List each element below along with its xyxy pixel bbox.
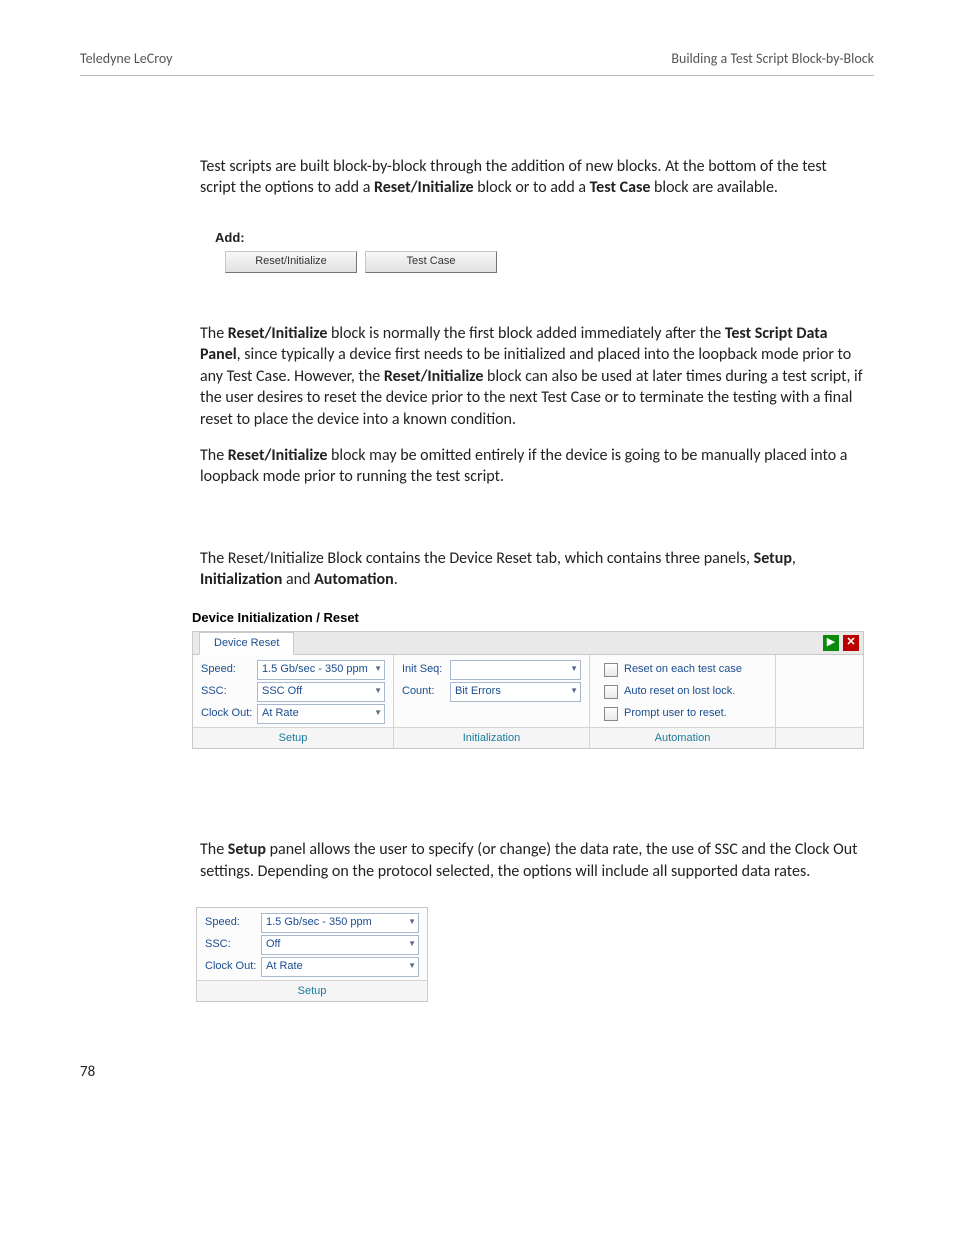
speed-label: Speed: [201, 662, 257, 677]
device-reset-tab[interactable]: Device Reset [199, 632, 294, 655]
header-left: Teledyne LeCroy [80, 50, 173, 69]
add-buttons-figure: Add: Reset/Initialize Test Case [215, 229, 864, 273]
clockout-combo[interactable]: At Rate▼ [257, 704, 385, 724]
clockout-label: Clock Out: [201, 706, 257, 721]
chevron-down-icon: ▼ [374, 664, 382, 675]
setup-panel-figure: Speed: 1.5 Gb/sec - 350 ppm▼ SSC: Off▼ C… [196, 907, 428, 1003]
chevron-down-icon: ▼ [570, 664, 578, 675]
setup-foot: Setup [193, 727, 393, 749]
chevron-down-icon: ▼ [408, 917, 416, 928]
initialization-panel: Init Seq: ▼ Count: Bit Errors▼ [394, 655, 590, 749]
automation-panel: Reset on each test case Auto reset on lo… [590, 655, 776, 749]
chevron-down-icon: ▼ [374, 708, 382, 719]
chevron-down-icon: ▼ [570, 686, 578, 697]
count-label: Count: [402, 684, 450, 699]
setup-paragraph: The Setup panel allows the user to speci… [200, 839, 864, 882]
count-combo[interactable]: Bit Errors▼ [450, 682, 581, 702]
omit-paragraph: The Reset/Initialize block may be omitte… [200, 445, 864, 488]
page-number: 78 [80, 1062, 874, 1082]
ssc-label: SSC: [201, 684, 257, 699]
sf-clockout-label: Clock Out: [205, 959, 261, 974]
prompt-label: Prompt user to reset. [624, 706, 727, 721]
sf-ssc-combo[interactable]: Off▼ [261, 935, 419, 955]
test-case-button[interactable]: Test Case [365, 251, 497, 273]
sf-setup-foot: Setup [197, 980, 427, 1002]
autoreset-checkbox[interactable] [604, 685, 618, 699]
add-label: Add: [215, 229, 864, 247]
reset-each-label: Reset on each test case [624, 662, 742, 677]
run-icon[interactable]: ▶ [823, 635, 839, 651]
intro-paragraph: Test scripts are built block-by-block th… [200, 156, 864, 199]
reset-init-paragraph: The Reset/Initialize block is normally t… [200, 323, 864, 431]
autoreset-label: Auto reset on lost lock. [624, 684, 735, 699]
panels-paragraph: The Reset/Initialize Block contains the … [200, 548, 864, 591]
ssc-combo[interactable]: SSC Off▼ [257, 682, 385, 702]
chevron-down-icon: ▼ [408, 961, 416, 972]
initseq-combo[interactable]: ▼ [450, 660, 581, 680]
trailing-panel [776, 655, 863, 749]
sf-speed-label: Speed: [205, 915, 261, 930]
prompt-checkbox[interactable] [604, 707, 618, 721]
sf-speed-combo[interactable]: 1.5 Gb/sec - 350 ppm▼ [261, 913, 419, 933]
speed-combo[interactable]: 1.5 Gb/sec - 350 ppm▼ [257, 660, 385, 680]
sf-clockout-combo[interactable]: At Rate▼ [261, 957, 419, 977]
initseq-label: Init Seq: [402, 662, 450, 677]
initialization-foot: Initialization [394, 727, 589, 749]
device-init-title: Device Initialization / Reset [192, 609, 864, 627]
chevron-down-icon: ▼ [408, 939, 416, 950]
setup-panel: Speed: 1.5 Gb/sec - 350 ppm▼ SSC: SSC Of… [193, 655, 394, 749]
reset-each-checkbox[interactable] [604, 663, 618, 677]
reset-initialize-button[interactable]: Reset/Initialize [225, 251, 357, 273]
automation-foot: Automation [590, 727, 775, 749]
close-icon[interactable]: ✕ [843, 635, 859, 651]
header-right: Building a Test Script Block-by-Block [671, 50, 874, 69]
sf-ssc-label: SSC: [205, 937, 261, 952]
chevron-down-icon: ▼ [374, 686, 382, 697]
device-init-figure: Device Initialization / Reset Device Res… [192, 609, 864, 749]
